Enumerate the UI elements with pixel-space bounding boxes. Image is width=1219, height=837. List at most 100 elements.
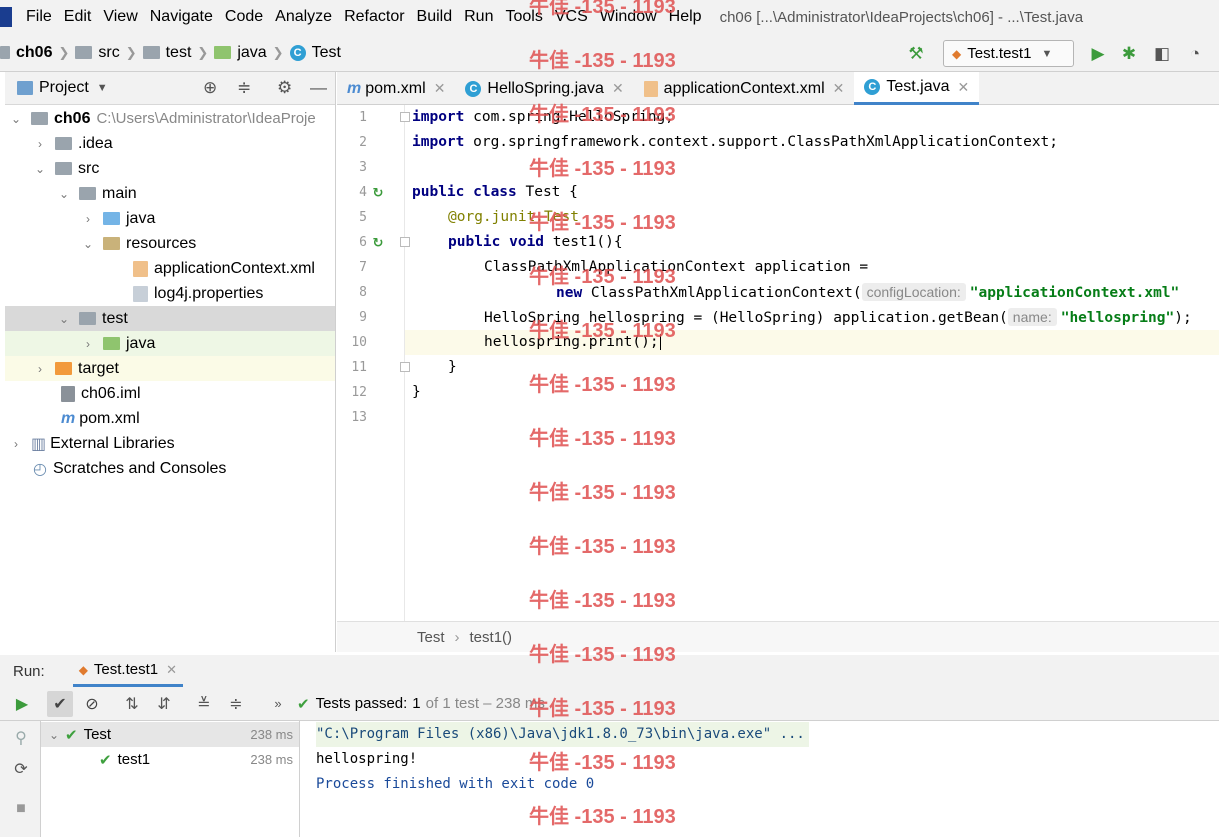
close-icon[interactable]: ✕ — [612, 80, 624, 97]
fold-marker-icon[interactable] — [400, 237, 410, 247]
collapsed-arrow-icon[interactable]: › — [81, 212, 95, 226]
locate-target-icon[interactable]: ⊕ — [203, 78, 217, 98]
test-node-test[interactable]: ⌄ ✔ Test 238 ms — [41, 722, 299, 747]
tree-node-src[interactable]: ⌄ src — [5, 156, 335, 181]
expanded-arrow-icon[interactable]: ⌄ — [57, 187, 71, 201]
close-icon[interactable]: ✕ — [958, 79, 970, 96]
tree-node-ch06-iml[interactable]: ch06.iml — [5, 381, 335, 406]
editor-breadcrumb-method[interactable]: test1() — [470, 629, 513, 646]
show-ignored-icon[interactable]: ⊘ — [79, 691, 105, 717]
run-tab-test-test1[interactable]: ◆ Test.test1 ✕ — [72, 655, 184, 687]
excluded-folder-icon — [55, 362, 72, 375]
tree-node-idea[interactable]: › .idea — [5, 131, 335, 156]
scratches-icon: ◴ — [33, 460, 47, 478]
line-number: 8 — [359, 285, 367, 300]
tab-label: applicationContext.xml — [663, 79, 825, 97]
expanded-arrow-icon[interactable]: ⌄ — [47, 728, 61, 742]
toggle-auto-test-icon[interactable]: ⟳ — [8, 756, 34, 782]
menu-vcs[interactable]: VCS — [555, 8, 588, 26]
collapsed-arrow-icon[interactable]: › — [9, 437, 23, 451]
menu-refactor[interactable]: Refactor — [344, 8, 404, 26]
coverage-shield-icon[interactable]: ◧ — [1152, 44, 1172, 64]
code-text: ); — [1174, 310, 1192, 326]
keyword: import — [412, 109, 465, 125]
tree-node-resources[interactable]: ⌄ resources — [5, 231, 335, 256]
collapsed-arrow-icon[interactable]: › — [33, 137, 47, 151]
collapse-all-icon[interactable]: ≑ — [237, 78, 251, 98]
menu-analyze[interactable]: Analyze — [275, 8, 332, 26]
collapsed-arrow-icon[interactable]: › — [81, 337, 95, 351]
close-icon[interactable]: ✕ — [833, 80, 845, 97]
build-hammer-icon[interactable]: ⚒ — [906, 44, 926, 64]
close-icon[interactable]: ✕ — [166, 662, 177, 678]
sort-alphabetically-icon[interactable]: ⇅ — [119, 691, 145, 717]
chevron-down-icon[interactable]: ▼ — [97, 82, 108, 94]
breadcrumb-ch06[interactable]: ch06 — [16, 44, 52, 62]
tree-node-main[interactable]: ⌄ main — [5, 181, 335, 206]
show-passed-check-icon[interactable]: ✔ — [47, 690, 73, 717]
menu-help[interactable]: Help — [669, 8, 702, 26]
breadcrumb-test-class[interactable]: Test — [312, 44, 341, 62]
run-configuration-select[interactable]: ◆ Test.test1 ▼ — [943, 40, 1074, 67]
tree-label: main — [102, 184, 137, 202]
close-icon[interactable]: ✕ — [434, 80, 446, 97]
passed-check-icon: ✔ — [297, 695, 310, 713]
tree-node-test[interactable]: ⌄ test — [5, 306, 335, 331]
breadcrumb-test[interactable]: test — [166, 44, 192, 62]
fold-marker-icon[interactable] — [400, 112, 410, 122]
tree-node-external-libraries[interactable]: › ▥ External Libraries — [5, 431, 335, 456]
more-actions-icon[interactable]: » — [265, 691, 291, 717]
debug-bug-icon[interactable]: ✱ — [1119, 44, 1139, 64]
profile-icon[interactable]: ◔ — [1185, 44, 1205, 64]
menu-tools[interactable]: Tools — [505, 8, 542, 26]
expanded-arrow-icon[interactable]: ⌄ — [33, 162, 47, 176]
tree-node-pom-xml[interactable]: m pom.xml — [5, 406, 335, 431]
tree-node-test-java[interactable]: › java — [5, 331, 335, 356]
menu-view[interactable]: View — [103, 8, 137, 26]
breadcrumb-src[interactable]: src — [98, 44, 119, 62]
tab-applicationcontext-xml[interactable]: applicationContext.xml ✕ — [634, 72, 855, 105]
code-line-9: HelloSpring hellospring = (HelloSpring) … — [484, 305, 1192, 330]
menu-file[interactable]: File — [26, 8, 52, 26]
editor-breadcrumb-class[interactable]: Test — [417, 629, 445, 646]
expanded-arrow-icon[interactable]: ⌄ — [81, 237, 95, 251]
code-editor[interactable]: 1 2 3 4 5 6 7 8 9 10 11 12 13 ↻ ↻ import… — [337, 105, 1219, 621]
tree-label: ch06 — [54, 109, 91, 127]
tree-node-main-java[interactable]: › java — [5, 206, 335, 231]
menu-build[interactable]: Build — [417, 8, 453, 26]
run-test-gutter-icon[interactable]: ↻ — [370, 235, 386, 251]
tab-pom-xml[interactable]: m pom.xml ✕ — [337, 72, 455, 105]
passed-check-icon: ✔ — [99, 751, 112, 769]
tab-hellospring-java[interactable]: C HelloSpring.java ✕ — [455, 72, 633, 105]
expanded-arrow-icon[interactable]: ⌄ — [57, 312, 71, 326]
gear-icon[interactable]: ⚙ — [277, 78, 292, 98]
tree-node-scratches[interactable]: ◴ Scratches and Consoles — [5, 456, 335, 481]
rerun-icon[interactable]: ▶ — [9, 691, 35, 717]
menu-edit[interactable]: Edit — [64, 8, 92, 26]
tree-node-applicationcontext-xml[interactable]: applicationContext.xml — [5, 256, 335, 281]
fold-marker-icon[interactable] — [400, 362, 410, 372]
collapse-all-icon[interactable]: ≑ — [223, 691, 249, 717]
minimize-icon[interactable]: — — [310, 78, 327, 98]
breadcrumb-java[interactable]: java — [237, 44, 266, 62]
run-icon[interactable]: ▶ — [1088, 44, 1108, 64]
stop-icon[interactable]: ■ — [8, 796, 34, 822]
test-node-test1[interactable]: ✔ test1 238 ms — [41, 747, 299, 772]
menu-code[interactable]: Code — [225, 8, 263, 26]
collapsed-arrow-icon[interactable]: › — [33, 362, 47, 376]
menu-run[interactable]: Run — [464, 8, 493, 26]
debug-test-icon[interactable]: ⚲ — [8, 725, 34, 751]
expanded-arrow-icon[interactable]: ⌄ — [9, 112, 23, 126]
console-output[interactable]: "C:\Program Files (x86)\Java\jdk1.8.0_73… — [300, 721, 1219, 837]
tree-node-ch06[interactable]: ⌄ ch06 C:\Users\Administrator\IdeaProje — [5, 106, 335, 131]
project-folder-icon — [0, 46, 10, 59]
tab-test-java[interactable]: C Test.java ✕ — [854, 72, 980, 105]
tree-node-log4j-properties[interactable]: log4j.properties — [5, 281, 335, 306]
expand-all-icon[interactable]: ≚ — [191, 691, 217, 717]
run-test-gutter-icon[interactable]: ↻ — [370, 185, 386, 201]
project-panel-title[interactable]: Project — [39, 79, 89, 97]
tree-node-target[interactable]: › target — [5, 356, 335, 381]
menu-navigate[interactable]: Navigate — [150, 8, 213, 26]
menu-window[interactable]: Window — [600, 8, 657, 26]
sort-by-duration-icon[interactable]: ⇵ — [151, 691, 177, 717]
